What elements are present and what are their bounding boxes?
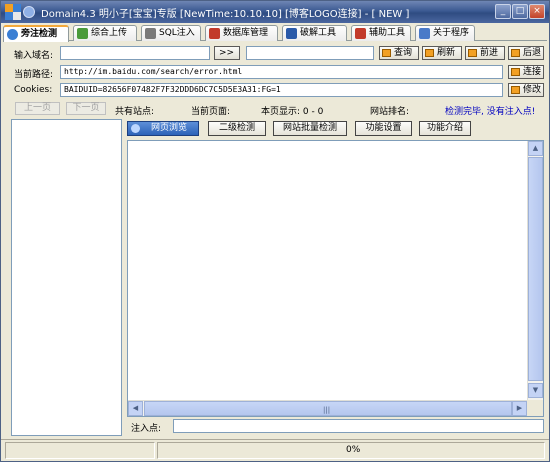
- horizontal-scrollbar[interactable]: ◀ ||| ▶: [128, 400, 528, 416]
- query-icon: [382, 49, 391, 57]
- modify-button[interactable]: 修改: [508, 83, 544, 97]
- scroll-left-icon[interactable]: ◀: [128, 401, 143, 416]
- site-rank-label: 网站排名:: [370, 107, 410, 117]
- scroll-right-icon[interactable]: ▶: [512, 401, 527, 416]
- tab-sql-injection[interactable]: SQL注入: [141, 25, 201, 41]
- prev-page-button[interactable]: 上一页: [15, 102, 60, 115]
- next-page-button[interactable]: 下一页: [66, 102, 106, 115]
- window-title: Domain4.3 明小子[宝宝]专版 [NewTime:10.10.10] […: [41, 9, 410, 20]
- horizontal-scroll-thumb[interactable]: |||: [144, 401, 512, 416]
- forward-icon: [468, 49, 477, 57]
- connect-label: 连接: [523, 67, 542, 77]
- title-bar[interactable]: Domain4.3 明小子[宝宝]专版 [NewTime:10.10.10] […: [1, 1, 549, 23]
- tab-label: 数据库管理: [223, 28, 269, 38]
- cookies-input[interactable]: BAIDUID=82656F07482F7F32DDD6DC7C5D5E3A31…: [60, 83, 503, 97]
- info-icon: [419, 28, 430, 39]
- total-sites-label: 共有站点:: [115, 107, 155, 117]
- status-cell: [5, 442, 155, 459]
- site-list[interactable]: [11, 119, 122, 436]
- cookies-label: Cookies:: [14, 85, 53, 95]
- back-label: 后退: [523, 48, 542, 58]
- app-logo-icon: [5, 4, 21, 20]
- grip-icon: |||: [323, 406, 331, 414]
- web-browser-view[interactable]: ▲ ▼ ◀ ||| ▶: [127, 140, 544, 417]
- minimize-button[interactable]: _: [495, 4, 511, 19]
- forward-button[interactable]: 前进: [465, 46, 505, 60]
- injection-label: 注入点:: [131, 424, 162, 434]
- progress-cell: 0%: [157, 442, 545, 459]
- status-message: 检测完毕, 没有注入点!: [445, 107, 536, 117]
- injection-input[interactable]: [173, 419, 544, 433]
- refresh-label: 刷新: [437, 48, 456, 58]
- tab-label: 综合上传: [91, 28, 128, 38]
- connect-icon: [511, 68, 520, 76]
- back-icon: [511, 49, 520, 57]
- page-display-label: 本页显示: 0 - 0: [261, 107, 324, 117]
- tab-bar: 旁注检测 综合上传 SQL注入 数据库管理 破解工具 辅助工具 关于程序: [3, 25, 547, 42]
- path-label: 当前路径:: [14, 70, 54, 80]
- database-icon: [209, 28, 220, 39]
- tab-aux-tools[interactable]: 辅助工具: [351, 25, 411, 41]
- refresh-button[interactable]: 刷新: [422, 46, 462, 60]
- web-browse-button[interactable]: 网页浏览: [127, 121, 199, 136]
- scroll-up-icon[interactable]: ▲: [528, 141, 543, 156]
- web-browse-label: 网页浏览: [150, 123, 187, 133]
- batch-detect-button[interactable]: 网站批量检测: [273, 121, 347, 136]
- tab-upload[interactable]: 综合上传: [73, 25, 137, 41]
- secondary-detect-button[interactable]: 二级检测: [208, 121, 266, 136]
- connect-button[interactable]: 连接: [508, 65, 544, 79]
- forward-label: 前进: [480, 48, 499, 58]
- modify-icon: [511, 86, 520, 94]
- maximize-button[interactable]: □: [512, 4, 528, 19]
- tab-label: 辅助工具: [369, 28, 406, 38]
- tab-label: 破解工具: [300, 28, 337, 38]
- scroll-corner: [527, 400, 543, 416]
- settings-button[interactable]: 功能设置: [355, 121, 412, 136]
- path-input[interactable]: http://im.baidu.com/search/error.html: [60, 65, 503, 79]
- monitor-icon: [286, 28, 297, 39]
- domain-secondary-input[interactable]: [246, 46, 374, 60]
- scroll-down-icon[interactable]: ▼: [528, 383, 543, 398]
- status-bar: 0%: [1, 439, 549, 461]
- intro-button[interactable]: 功能介绍: [419, 121, 471, 136]
- close-button[interactable]: ×: [529, 4, 545, 19]
- browser-icon: [131, 124, 140, 133]
- query-label: 查询: [394, 48, 413, 58]
- vertical-scroll-thumb[interactable]: [528, 157, 543, 381]
- domain-input[interactable]: [60, 46, 210, 60]
- tab-label: 关于程序: [433, 28, 470, 38]
- vertical-scrollbar[interactable]: ▲ ▼: [527, 141, 543, 400]
- tab-label: 旁注检测: [21, 29, 58, 39]
- upload-icon: [77, 28, 88, 39]
- current-page-label: 当前页面:: [191, 107, 231, 117]
- magnifier-icon: [145, 28, 156, 39]
- go-button[interactable]: >>: [214, 46, 240, 60]
- refresh-icon: [425, 49, 434, 57]
- tab-crack-tools[interactable]: 破解工具: [282, 25, 347, 41]
- back-button[interactable]: 后退: [508, 46, 544, 60]
- domain-label: 输入域名:: [14, 51, 54, 61]
- progress-text: 0%: [346, 445, 361, 455]
- toolbox-icon: [355, 28, 366, 39]
- tab-database[interactable]: 数据库管理: [205, 25, 278, 41]
- app-window: Domain4.3 明小子[宝宝]专版 [NewTime:10.10.10] […: [0, 0, 550, 462]
- tab-about[interactable]: 关于程序: [415, 25, 475, 41]
- modify-label: 修改: [523, 85, 542, 95]
- search-globe-icon: [7, 29, 18, 40]
- query-button[interactable]: 查询: [379, 46, 419, 60]
- user-icon: [23, 6, 35, 18]
- tab-label: SQL注入: [159, 28, 195, 38]
- tab-side-injection[interactable]: 旁注检测: [3, 25, 69, 42]
